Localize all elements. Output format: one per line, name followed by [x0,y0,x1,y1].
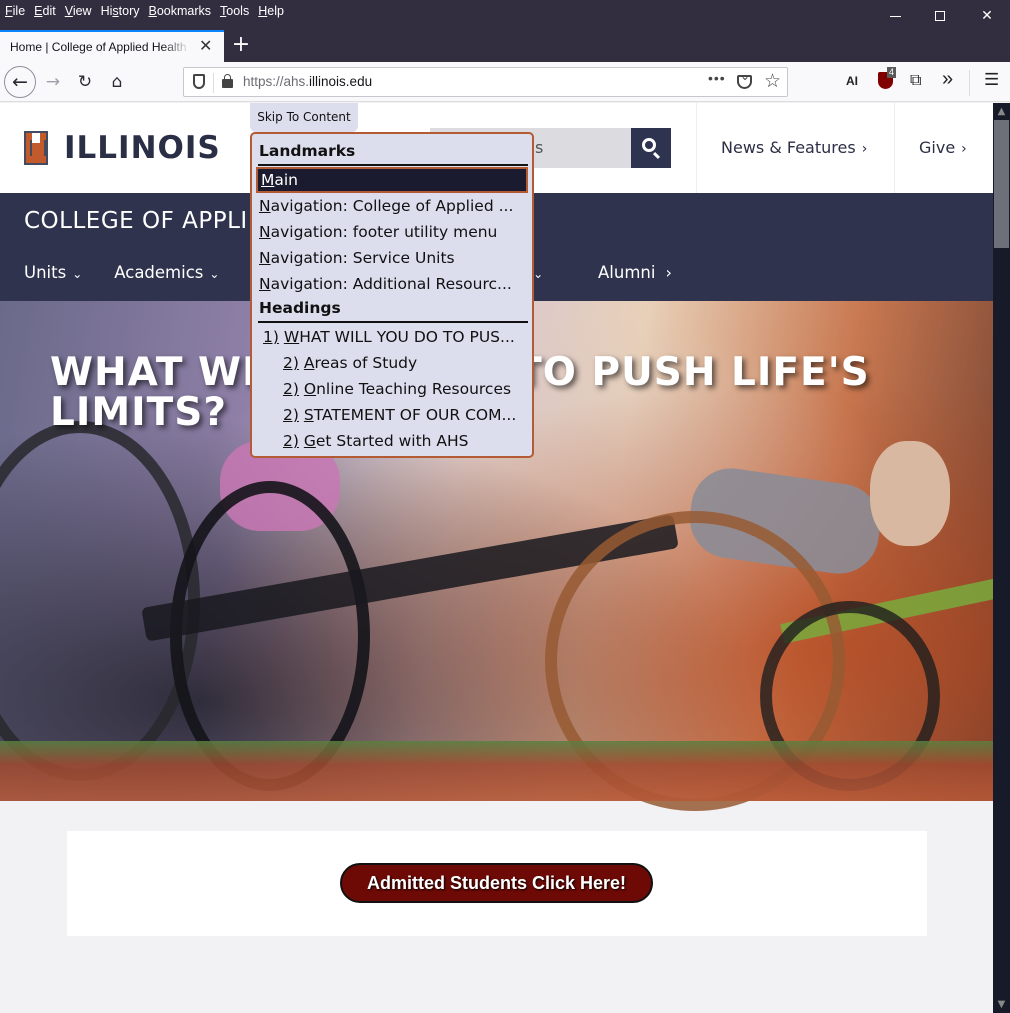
headings-divider [258,321,528,323]
chevron-right-icon: › [961,141,967,157]
chevron-right-icon: › [861,141,868,157]
main-nav: Units ⌄ Academics ⌄ [24,263,251,282]
menu-bar: File Edit View History Bookmarks Tools H… [0,0,1010,30]
page-scrollbar[interactable]: ▲ ▼ [993,103,1010,1013]
lock-icon[interactable] [222,74,233,88]
back-button[interactable]: ← [4,66,36,98]
tracking-shield-icon[interactable] [193,74,205,89]
reload-button[interactable]: ↻ [70,67,100,97]
nav-toolbar: ← → ↻ ⌂ https://ahs.illinois.edu ••• ☆ A… [0,62,1010,102]
bookmark-star-icon[interactable]: ☆ [764,70,781,93]
menu-tools[interactable]: Tools [220,4,249,18]
forward-arrow-icon: → [45,72,61,92]
hamburger-menu-icon[interactable]: ☰ [984,70,999,90]
landmark-nav-footer[interactable]: Navigation: footer utility menu [256,219,528,245]
admitted-students-button[interactable]: Admitted Students Click Here! [340,863,653,903]
minimize-icon [889,15,901,17]
pocket-icon[interactable] [737,69,752,89]
hero-wheel [0,421,200,781]
url-text[interactable]: https://ahs.illinois.edu [243,74,372,89]
tab-strip: Home | College of Applied Health Science… [0,30,1010,62]
skip-to-menu: Landmarks Main Navigation: College of Ap… [250,132,534,458]
ublock-icon[interactable]: 4 [878,67,897,89]
nav-alumni[interactable]: Alumni › [598,263,672,282]
search-button[interactable] [631,128,671,168]
maximize-icon [935,11,945,22]
url-separator [213,73,214,93]
close-window-button[interactable]: ✕ [964,4,1010,26]
maximize-button[interactable] [917,4,963,26]
cta-panel: Admitted Students Click Here! [67,831,927,936]
hero-athlete-head [870,441,950,546]
logo-text: ILLINOIS [64,130,221,166]
menu-view[interactable]: View [65,4,92,18]
skip-to-content-button[interactable]: Skip To Content [250,103,358,132]
scroll-down-icon[interactable]: ▼ [993,996,1010,1013]
ublock-badge: 4 [887,67,897,78]
scrollbar-thumb[interactable] [994,120,1009,248]
nav-units[interactable]: Units ⌄ [24,263,82,282]
tab-active[interactable]: Home | College of Applied Health Science… [0,30,224,62]
ai-extension-icon[interactable]: AI [846,74,858,88]
minimize-button[interactable] [872,4,918,26]
menu-list: File Edit View History Bookmarks Tools H… [5,4,293,18]
landmark-nav-service-units[interactable]: Navigation: Service Units [256,245,528,271]
tab-list-extension-icon[interactable]: ⧉ [910,72,921,90]
heading-item[interactable]: 2) Get Started with AHS [256,428,528,454]
news-features-link[interactable]: News & Features › [696,103,894,193]
url-bar[interactable]: https://ahs.illinois.edu ••• ☆ [183,67,788,97]
new-tab-button[interactable]: + [229,32,253,58]
reload-icon: ↻ [77,72,93,92]
illinois-logo[interactable]: ILLINOIS [24,130,221,166]
heading-item[interactable]: 2) Online Teaching Resources [256,376,528,402]
menu-history[interactable]: History [101,4,140,18]
menu-help[interactable]: Help [258,4,284,18]
tab-title: Home | College of Applied Health Science… [10,40,190,54]
nav-academics[interactable]: Academics ⌄ [114,263,219,282]
chevron-right-icon: › [665,263,672,282]
heading-item[interactable]: 1) WHAT WILL YOU DO TO PUS... [256,324,528,350]
menu-bookmarks[interactable]: Bookmarks [149,4,212,18]
block-i-icon [24,131,48,165]
landmarks-divider [258,164,528,166]
page-actions-icon[interactable]: ••• [708,70,726,86]
back-arrow-icon: ← [12,71,28,93]
home-icon: ⌂ [111,72,123,92]
headings-label: Headings [259,299,341,317]
search-icon [642,138,656,152]
chevron-down-icon: ⌄ [533,267,544,281]
landmark-nav-college[interactable]: Navigation: College of Applied ... [256,193,528,219]
menu-edit[interactable]: Edit [34,4,56,18]
landmarks-label: Landmarks [259,142,356,160]
landmark-nav-additional[interactable]: Navigation: Additional Resourc... [256,271,528,297]
give-link[interactable]: Give › [894,103,993,193]
home-button[interactable]: ⌂ [102,67,132,97]
heading-item[interactable]: 2) Areas of Study [256,350,528,376]
landmark-main[interactable]: Main [256,167,528,193]
chevron-down-icon: ⌄ [72,267,83,281]
overflow-chevron-icon[interactable]: » [942,68,953,91]
chevron-down-icon: ⌄ [209,267,220,281]
close-icon: ✕ [981,7,993,23]
toolbar-divider [969,70,970,96]
heading-item[interactable]: 2) STATEMENT OF OUR COM... [256,402,528,428]
menu-file[interactable]: File [5,4,25,18]
scroll-up-icon[interactable]: ▲ [993,103,1010,120]
forward-button[interactable]: → [38,67,68,97]
tab-close-icon[interactable]: ✕ [199,36,212,56]
hero-track [0,741,993,801]
